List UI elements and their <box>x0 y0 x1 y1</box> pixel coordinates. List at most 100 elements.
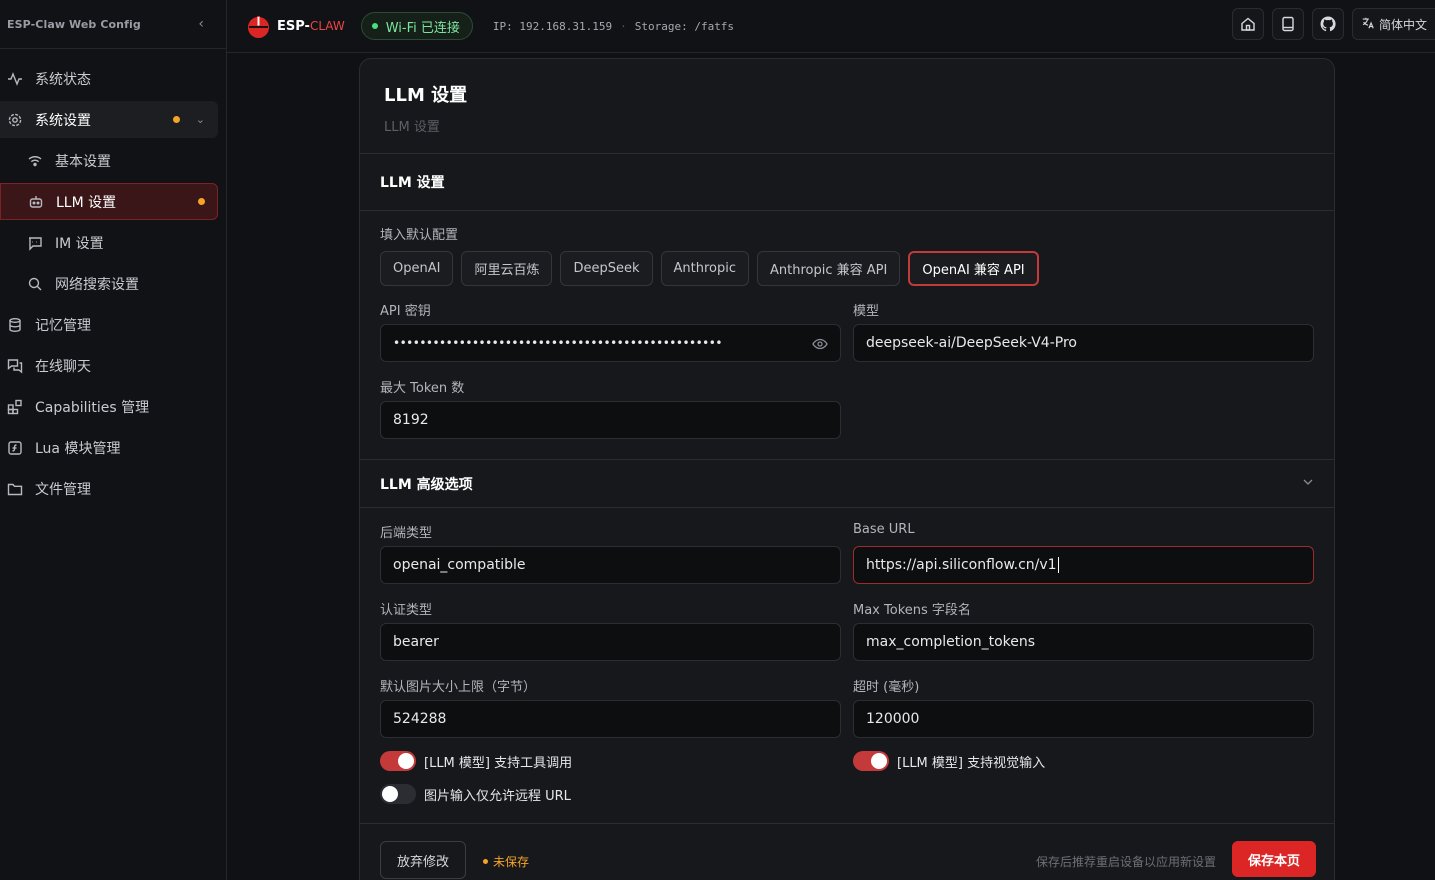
auth-type-input[interactable]: bearer <box>380 623 841 661</box>
remote-url-only-toggle[interactable] <box>380 784 416 804</box>
sidebar-item-label: IM 设置 <box>55 235 104 252</box>
restart-hint: 保存后推荐重启设备以应用新设置 <box>1035 855 1216 869</box>
discard-button[interactable]: 放弃修改 <box>380 841 467 879</box>
max-tokens-field-label: Max Tokens 字段名 <box>853 603 971 618</box>
backend-type-input[interactable]: openai_compatible <box>380 546 841 584</box>
toggle-remote-row: 图片输入仅允许远程 URL <box>380 784 841 804</box>
save-button[interactable]: 保存本页 <box>1231 841 1316 877</box>
sidebar-item-label: 网络搜索设置 <box>55 276 139 293</box>
vision-support-toggle[interactable] <box>853 751 889 771</box>
database-icon <box>7 317 23 333</box>
auth-type-label: 认证类型 <box>380 603 433 618</box>
sidebar-item-capabilities[interactable]: Capabilities 管理 <box>0 388 218 425</box>
activity-icon <box>7 71 23 87</box>
unsaved-dot <box>198 198 205 205</box>
claw-logo-icon <box>247 15 270 38</box>
sidebar-item-label: 系统状态 <box>35 71 91 88</box>
api-key-input[interactable]: ••••••••••••••••••••••••••••••••••••••••… <box>380 324 841 362</box>
book-icon <box>1282 16 1294 32</box>
page-subtitle: LLM 设置 <box>384 120 440 135</box>
sidebar-item-file-manager[interactable]: 文件管理 <box>0 470 218 507</box>
status-dot <box>371 23 378 29</box>
sidebar-item-label: 记忆管理 <box>35 317 91 334</box>
app-title: ESP-Claw Web Config <box>7 17 141 31</box>
sidebar-item-system-status[interactable]: 系统状态 <box>0 60 218 97</box>
sidebar-item-online-chat[interactable]: 在线聊天 <box>0 347 218 384</box>
sidebar-item-web-search[interactable]: 网络搜索设置 <box>0 265 218 302</box>
preset-deepseek-button[interactable]: DeepSeek <box>560 251 653 286</box>
collapse-sidebar-icon[interactable]: ‹ <box>198 16 204 32</box>
timeout-input[interactable]: 120000 <box>853 700 1314 738</box>
tools-support-toggle[interactable] <box>380 751 416 771</box>
api-key-label: API 密钥 <box>380 304 431 319</box>
home-button[interactable] <box>1231 8 1264 40</box>
sidebar-item-memory[interactable]: 记忆管理 <box>0 306 218 343</box>
max-token-input[interactable]: 8192 <box>380 401 841 439</box>
docs-button[interactable] <box>1271 8 1304 40</box>
llm-settings-panel: LLM 设置 LLM 设置 LLM 设置 填入默认配置 OpenAI 阿里云百炼… <box>359 58 1335 880</box>
sidebar-item-basic-settings[interactable]: 基本设置 <box>0 142 218 179</box>
logo: ESP-CLAW <box>247 15 345 38</box>
device-meta: IP: 192.168.31.159 · Storage: /fatfs <box>492 19 735 33</box>
sidebar-item-im-settings[interactable]: IM 设置 <box>0 224 218 261</box>
bot-icon <box>28 194 44 210</box>
topbar-actions: 简体中文 <box>1224 8 1435 40</box>
sidebar-item-lua-modules[interactable]: Lua 模块管理 <box>0 429 218 466</box>
section-llm-settings: 填入默认配置 OpenAI 阿里云百炼 DeepSeek Anthropic A… <box>360 211 1334 460</box>
unsaved-indicator: 未保存 <box>483 853 529 870</box>
toggle-tools-row: [LLM 模型] 支持工具调用 <box>380 751 841 771</box>
sidebar-item-label: 在线聊天 <box>35 358 91 375</box>
chat-icon <box>27 235 43 251</box>
github-icon <box>1320 16 1336 32</box>
chevron-down-icon: ⌄ <box>195 113 205 126</box>
unsaved-dot <box>173 116 180 123</box>
section-llm-settings-header: LLM 设置 <box>360 154 1334 211</box>
language-selector[interactable]: 简体中文 <box>1351 8 1435 40</box>
page-title: LLM 设置 <box>384 85 468 106</box>
sidebar-item-label: 基本设置 <box>55 153 111 170</box>
messages-icon <box>7 358 23 374</box>
wifi-status-badge: Wi-Fi 已连接 <box>360 12 473 40</box>
preset-anthropic-compatible-button[interactable]: Anthropic 兼容 API <box>757 251 901 286</box>
preset-anthropic-button[interactable]: Anthropic <box>660 251 750 286</box>
preset-buttons: OpenAI 阿里云百炼 DeepSeek Anthropic Anthropi… <box>380 251 1314 286</box>
sidebar-item-llm-settings[interactable]: LLM 设置 <box>0 183 218 220</box>
blocks-icon <box>7 399 23 415</box>
sidebar-item-label: 文件管理 <box>35 481 91 498</box>
gear-icon <box>7 112 23 128</box>
model-input[interactable]: deepseek-ai/DeepSeek-V4-Pro <box>853 324 1314 362</box>
presets-label: 填入默认配置 <box>380 228 459 243</box>
sidebar-item-label: Capabilities 管理 <box>35 399 150 416</box>
ip-address: IP: 192.168.31.159 <box>492 19 613 33</box>
search-icon <box>27 276 43 292</box>
max-tokens-field-input[interactable]: max_completion_tokens <box>853 623 1314 661</box>
github-button[interactable] <box>1311 8 1344 40</box>
section-advanced-header[interactable]: LLM 高级选项 <box>360 460 1334 508</box>
preset-openai-button[interactable]: OpenAI <box>380 251 454 286</box>
backend-type-label: 后端类型 <box>380 526 433 541</box>
base-url-label: Base URL <box>853 522 915 537</box>
image-limit-input[interactable]: 524288 <box>380 700 841 738</box>
base-url-input[interactable]: https://api.siliconflow.cn/v1 <box>853 546 1314 584</box>
wifi-icon <box>27 153 43 169</box>
sidebar-item-label: LLM 设置 <box>56 194 117 211</box>
topbar: ESP-CLAW Wi-Fi 已连接 IP: 192.168.31.159 · St… <box>227 0 1435 53</box>
folder-icon <box>7 481 23 497</box>
remote-url-only-label: 图片输入仅允许远程 URL <box>424 788 571 804</box>
show-password-icon[interactable] <box>812 336 828 356</box>
sidebar-item-system-settings[interactable]: 系统设置 ⌄ <box>0 101 218 138</box>
preset-openai-compatible-button[interactable]: OpenAI 兼容 API <box>908 251 1039 286</box>
preset-bailian-button[interactable]: 阿里云百炼 <box>461 251 553 286</box>
panel-footer: 放弃修改 未保存 保存后推荐重启设备以应用新设置 保存本页 <box>360 823 1334 880</box>
max-token-label: 最大 Token 数 <box>380 381 465 396</box>
section-advanced: 后端类型 openai_compatible Base URL https://… <box>360 508 1334 804</box>
home-icon <box>1241 17 1255 31</box>
chevron-down-icon <box>1302 476 1314 491</box>
translate-icon <box>1361 16 1375 33</box>
text-cursor <box>1057 557 1059 573</box>
vision-support-label: [LLM 模型] 支持视觉输入 <box>897 755 1046 771</box>
sidebar-nav: 系统状态 系统设置 ⌄ 基本设置 LLM 设置 IM 设置 网络搜索设置 记忆管… <box>0 60 226 511</box>
timeout-label: 超时 (毫秒) <box>853 680 920 695</box>
sidebar: ESP-Claw Web Config ‹ 系统状态 系统设置 ⌄ 基本设置 L… <box>0 0 227 880</box>
storage-path: Storage: /fatfs <box>634 19 735 33</box>
